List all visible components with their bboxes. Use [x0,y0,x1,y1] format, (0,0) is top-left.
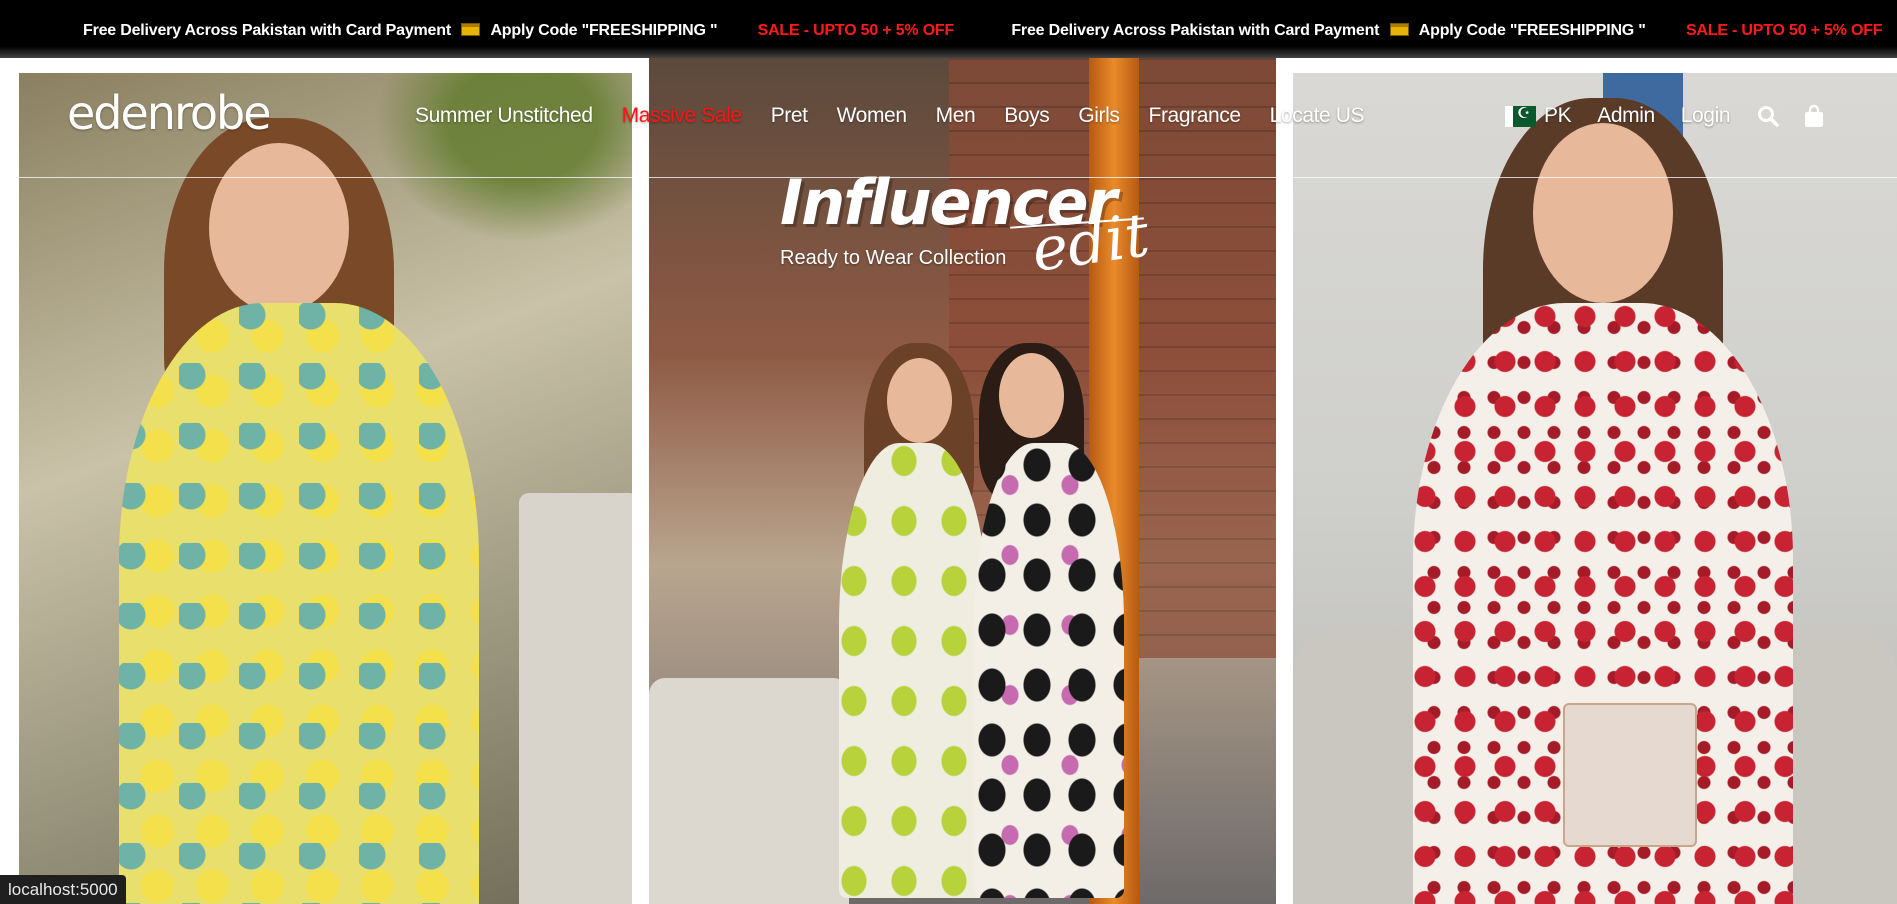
shopping-bag-icon[interactable] [1802,104,1826,128]
admin-link[interactable]: Admin [1597,104,1655,128]
country-selector[interactable]: PK [1544,104,1572,128]
nav-item-locate-us[interactable]: Locate US [1270,104,1365,128]
railing-decoration [519,493,632,904]
utility-nav: PK Admin Login [1505,104,1848,128]
nav-item-men[interactable]: Men [936,104,976,128]
nav-item-women[interactable]: Women [837,104,907,128]
nav-item-boys[interactable]: Boys [1004,104,1049,128]
hero-photo-right[interactable] [1293,73,1897,904]
announcement-delivery: Free Delivery Across Pakistan with Card … [83,22,451,39]
sofa-decoration [649,678,849,904]
nav-item-massive-sale[interactable]: Massive Sale [622,104,742,128]
handbag-decoration [1563,703,1697,847]
plant-decoration [349,73,632,263]
announcement-bar: Free Delivery Across Pakistan with Card … [0,0,1897,58]
main-nav: Summer Unstitched Massive Sale Pret Wome… [415,104,1393,128]
browser-status-url: localhost:5000 [0,875,126,904]
announcement-delivery-repeat: Free Delivery Across Pakistan with Card … [1011,22,1380,39]
hero-photo-left[interactable] [19,73,632,904]
login-link[interactable]: Login [1681,104,1731,128]
announcement-code-repeat: Apply Code "FREESHIPPING " [1418,22,1646,39]
hero-subtitle: Ready to Wear Collection [780,247,1007,269]
credit-card-icon [1389,23,1409,37]
announcement-sale-repeat[interactable]: SALE - UPTO 50 + 5% OFF [1686,22,1883,40]
nav-item-fragrance[interactable]: Fragrance [1149,104,1242,128]
brand-logo[interactable]: edenrobe [67,86,271,140]
credit-card-icon [461,23,481,37]
pakistan-flag-icon[interactable] [1505,104,1536,127]
nav-item-girls[interactable]: Girls [1078,104,1120,128]
announcement-code: Apply Code "FREESHIPPING " [490,22,718,39]
announcement-sale[interactable]: SALE - UPTO 50 + 5% OFF [758,22,955,40]
search-icon[interactable] [1756,104,1780,128]
announcement-strip: Free Delivery Across Pakistan with Card … [83,22,1897,40]
nav-item-summer-unstitched[interactable]: Summer Unstitched [415,104,593,128]
nav-item-pret[interactable]: Pret [771,104,808,128]
